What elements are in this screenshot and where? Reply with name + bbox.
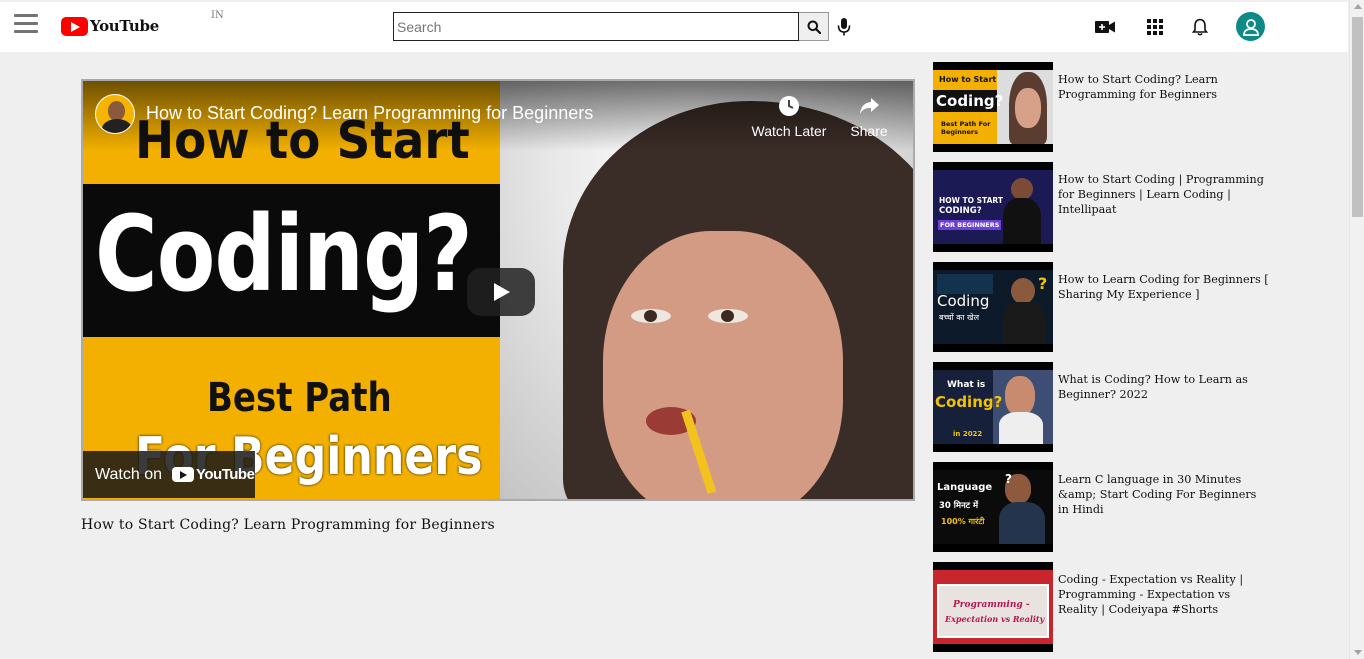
search-bar — [393, 12, 829, 41]
watch-on-brand: YouTube — [196, 466, 255, 483]
video-title: How to Start Coding? Learn Programming f… — [81, 517, 495, 533]
recommendation-thumbnail[interactable]: How to Start Coding? Best Path For Begin… — [933, 62, 1053, 152]
voice-search-button[interactable] — [836, 16, 852, 38]
recommendation-title[interactable]: Learn C language in 30 Minutes &amp; Sta… — [1058, 472, 1270, 517]
recommendation-item[interactable]: ? Language 30 मिनट में 100% गारंटी Learn… — [933, 462, 1273, 552]
recommendation-item[interactable]: What is Coding? in 2022 What is Coding? … — [933, 362, 1273, 452]
thumbnail-text-line2: Coding? — [95, 193, 473, 315]
thumbnail-text-line3: Best Path — [207, 375, 392, 421]
menu-icon[interactable] — [14, 14, 38, 36]
recommendation-thumbnail[interactable]: ? Language 30 मिनट में 100% गारंटी — [933, 462, 1053, 552]
thumbnail-eye — [708, 309, 748, 323]
recommendation-item[interactable]: How to Start Coding? Best Path For Begin… — [933, 62, 1273, 152]
youtube-play-icon — [61, 16, 88, 36]
thumbnail-person-face — [603, 231, 843, 499]
create-video-button[interactable] — [1093, 15, 1117, 39]
youtube-logo-icon — [172, 467, 194, 482]
account-avatar[interactable] — [1236, 12, 1265, 41]
share-arrow-icon — [860, 98, 879, 114]
youtube-logo[interactable]: YouTube IN — [61, 10, 224, 38]
recommendation-thumbnail[interactable]: What is Coding? in 2022 — [933, 362, 1053, 452]
search-button[interactable] — [799, 12, 829, 41]
page-scrollbar[interactable] — [1349, 0, 1364, 659]
clock-icon — [779, 96, 799, 116]
video-player[interactable]: How to Start Coding? Best Path For Begin… — [81, 79, 915, 501]
bell-icon — [1192, 18, 1208, 36]
watch-on-label: Watch on — [95, 465, 162, 483]
apps-grid-icon — [1147, 19, 1163, 35]
recommendation-item[interactable]: Programming - Expectation vs Reality Cod… — [933, 562, 1273, 652]
apps-button[interactable] — [1143, 15, 1167, 39]
recommendation-title[interactable]: How to Start Coding | Programming for Be… — [1058, 172, 1270, 217]
notifications-button[interactable] — [1188, 15, 1212, 39]
channel-avatar[interactable] — [95, 94, 135, 134]
scroll-down-arrow-icon[interactable] — [1354, 650, 1362, 655]
microphone-icon — [837, 18, 851, 36]
share-label: Share — [850, 123, 888, 139]
recommendation-title[interactable]: What is Coding? How to Learn as Beginner… — [1058, 372, 1270, 402]
youtube-page: YouTube IN Search Coding? Best Path For … — [0, 0, 1364, 659]
recommendation-thumbnail[interactable]: Programming - Expectation vs Reality — [933, 562, 1053, 652]
logo-text: YouTube — [90, 17, 159, 35]
scroll-up-arrow-icon[interactable] — [1354, 4, 1362, 9]
top-header: YouTube IN — [0, 2, 1348, 52]
recommendation-item[interactable]: ? Coding बच्चों का खेल How to Learn Codi… — [933, 262, 1273, 352]
recommendation-item[interactable]: HOW TO START CODING? FOR BEGINNERS How t… — [933, 162, 1273, 252]
recommendation-title[interactable]: How to Learn Coding for Beginners [ Shar… — [1058, 272, 1270, 302]
recommendation-title[interactable]: Coding - Expectation vs Reality | Progra… — [1058, 572, 1270, 617]
video-camera-icon — [1095, 21, 1115, 33]
recommendation-title[interactable]: How to Start Coding? Learn Programming f… — [1058, 72, 1270, 102]
scrollbar-thumb[interactable] — [1352, 17, 1363, 217]
search-icon — [807, 20, 821, 34]
watch-later-button[interactable]: Watch Later — [749, 95, 829, 139]
thumbnail-eye — [631, 309, 671, 323]
play-button[interactable] — [467, 268, 535, 316]
country-code: IN — [211, 10, 224, 21]
user-icon — [1242, 18, 1259, 36]
share-button[interactable]: Share — [829, 95, 909, 139]
watch-later-label: Watch Later — [751, 123, 827, 139]
player-video-title[interactable]: How to Start Coding? Learn Programming f… — [146, 103, 593, 124]
search-input[interactable] — [393, 12, 799, 41]
play-icon — [494, 283, 510, 301]
recommendation-thumbnail[interactable]: HOW TO START CODING? FOR BEGINNERS — [933, 162, 1053, 252]
recommendation-thumbnail[interactable]: ? Coding बच्चों का खेल — [933, 262, 1053, 352]
watch-on-youtube-button[interactable]: Watch on YouTube — [83, 451, 255, 498]
